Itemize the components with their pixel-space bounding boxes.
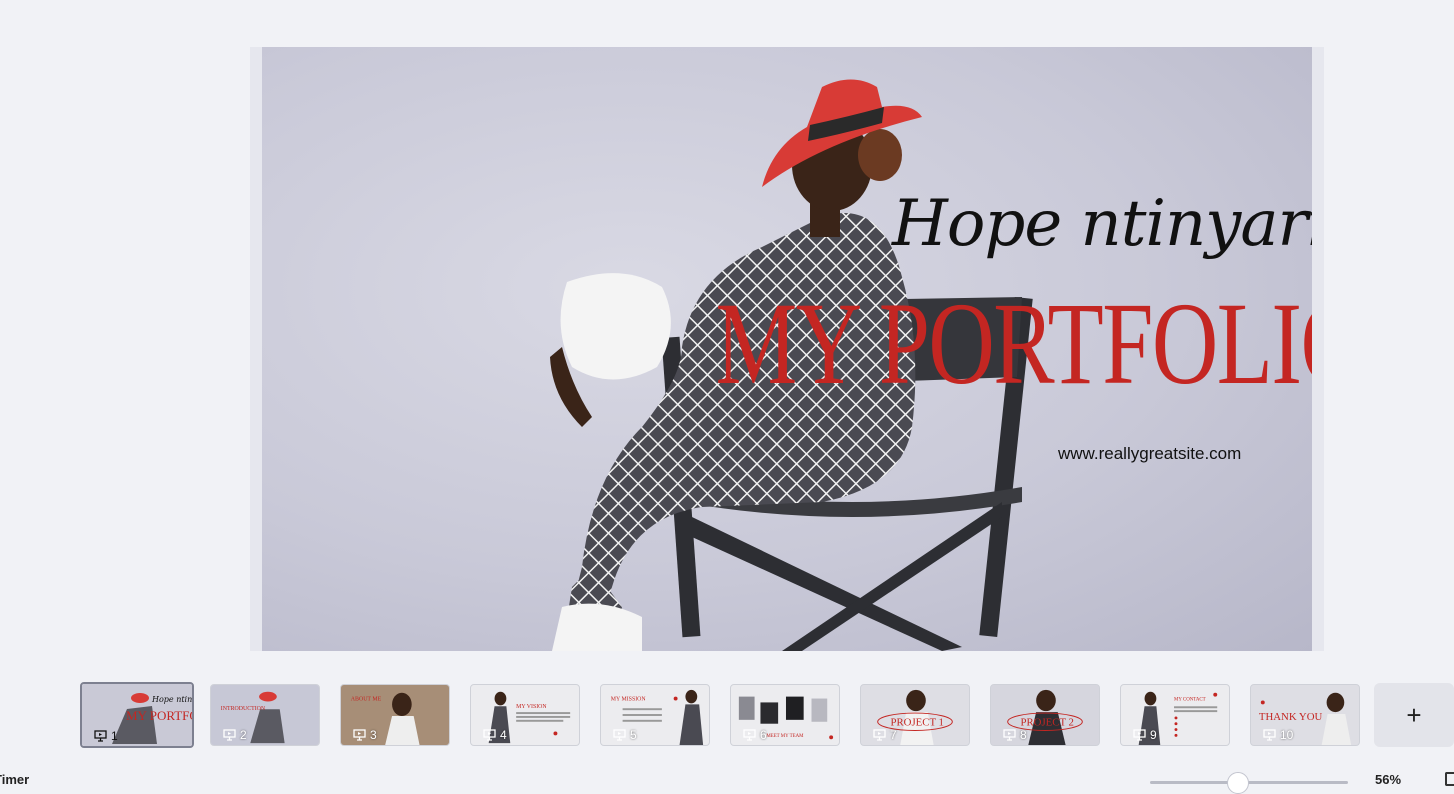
- thumbnail-badge: 5: [613, 728, 637, 742]
- presenter-icon: [94, 730, 107, 742]
- presenter-icon: [1263, 729, 1276, 741]
- timer-button[interactable]: Timer: [0, 772, 29, 787]
- presenter-icon: [1133, 729, 1146, 741]
- thumbnail-number: 8: [1020, 728, 1027, 742]
- svg-text:MY MISSION: MY MISSION: [611, 697, 647, 703]
- add-slide-button[interactable]: +: [1374, 683, 1454, 747]
- slide-title-text[interactable]: MY PORTFOLIO: [716, 285, 1313, 403]
- svg-text:INTRODUCTION: INTRODUCTION: [221, 706, 266, 712]
- thumbnail-badge: 6: [743, 728, 767, 742]
- svg-text:MY CONTACT: MY CONTACT: [1174, 698, 1206, 703]
- thumbnail-2[interactable]: INTRODUCTION 2: [210, 684, 320, 746]
- thumbnail-number: 6: [760, 728, 767, 742]
- thumbnail-number: 7: [890, 728, 897, 742]
- thumbnail-badge: 2: [223, 728, 247, 742]
- thumbnail-number: 5: [630, 728, 637, 742]
- zoom-level[interactable]: 56%: [1375, 772, 1401, 787]
- slide-url-text[interactable]: www.reallygreatsite.com: [1058, 444, 1241, 464]
- thumbnail-4[interactable]: MY VISION 4: [470, 684, 580, 746]
- thumbnail-9[interactable]: MY CONTACT 9: [1120, 684, 1230, 746]
- thumbnail-badge: 1: [94, 729, 118, 743]
- presenter-icon: [613, 729, 626, 741]
- thumbnail-number: 9: [1150, 728, 1157, 742]
- presenter-icon: [483, 729, 496, 741]
- thumbnail-5[interactable]: MY MISSION 5: [600, 684, 710, 746]
- svg-text:PROJECT 1: PROJECT 1: [890, 717, 944, 729]
- svg-text:Hope ntinyari: Hope ntinyari: [151, 695, 192, 704]
- thumbnail-number: 10: [1280, 728, 1294, 742]
- thumbnail-10[interactable]: THANK YOU 10: [1250, 684, 1360, 746]
- svg-text:MEET MY TEAM: MEET MY TEAM: [766, 734, 804, 739]
- thumbnail-6[interactable]: MEET MY TEAM 6: [730, 684, 840, 746]
- slide-1[interactable]: Hope ntinyari MY PORTFOLIO www.reallygre…: [262, 47, 1312, 651]
- svg-text:MY VISION: MY VISION: [516, 704, 547, 710]
- thumbnail-number: 4: [500, 728, 507, 742]
- thumbnail-badge: 7: [873, 728, 897, 742]
- thumbnail-badge: 9: [1133, 728, 1157, 742]
- presenter-icon: [223, 729, 236, 741]
- svg-text:PROJECT 2: PROJECT 2: [1020, 717, 1074, 729]
- zoom-slider-handle[interactable]: [1227, 772, 1249, 794]
- svg-text:MY PORTFOLIO: MY PORTFOLIO: [126, 708, 192, 723]
- presenter-icon: [743, 729, 756, 741]
- presenter-icon: [353, 729, 366, 741]
- thumbnail-badge: 10: [1263, 728, 1293, 742]
- thumbnail-8[interactable]: PROJECT 2 8: [990, 684, 1100, 746]
- thumbnail-1[interactable]: MY PORTFOLIO Hope ntinyari 1: [80, 682, 194, 748]
- thumbnail-badge: 8: [1003, 728, 1027, 742]
- thumbnail-badge: 3: [353, 728, 377, 742]
- thumbnail-number: 3: [370, 728, 377, 742]
- presenter-icon: [1003, 729, 1016, 741]
- plus-icon: +: [1406, 699, 1422, 730]
- presenter-icon: [873, 729, 886, 741]
- svg-text:THANK YOU: THANK YOU: [1259, 711, 1323, 723]
- slide-canvas[interactable]: Hope ntinyari MY PORTFOLIO www.reallygre…: [250, 47, 1324, 651]
- thumbnail-3[interactable]: ABOUT ME 3: [340, 684, 450, 746]
- page-view-icon[interactable]: [1445, 772, 1454, 786]
- svg-text:ABOUT ME: ABOUT ME: [351, 697, 382, 703]
- thumbnail-7[interactable]: PROJECT 1 7: [860, 684, 970, 746]
- slide-thumbnail-strip: MY PORTFOLIO Hope ntinyari 1 INTRODUCTIO…: [80, 682, 1454, 748]
- thumbnail-badge: 4: [483, 728, 507, 742]
- thumbnail-number: 2: [240, 728, 247, 742]
- slide-name-text[interactable]: Hope ntinyari: [892, 187, 1312, 261]
- thumbnail-number: 1: [111, 729, 118, 743]
